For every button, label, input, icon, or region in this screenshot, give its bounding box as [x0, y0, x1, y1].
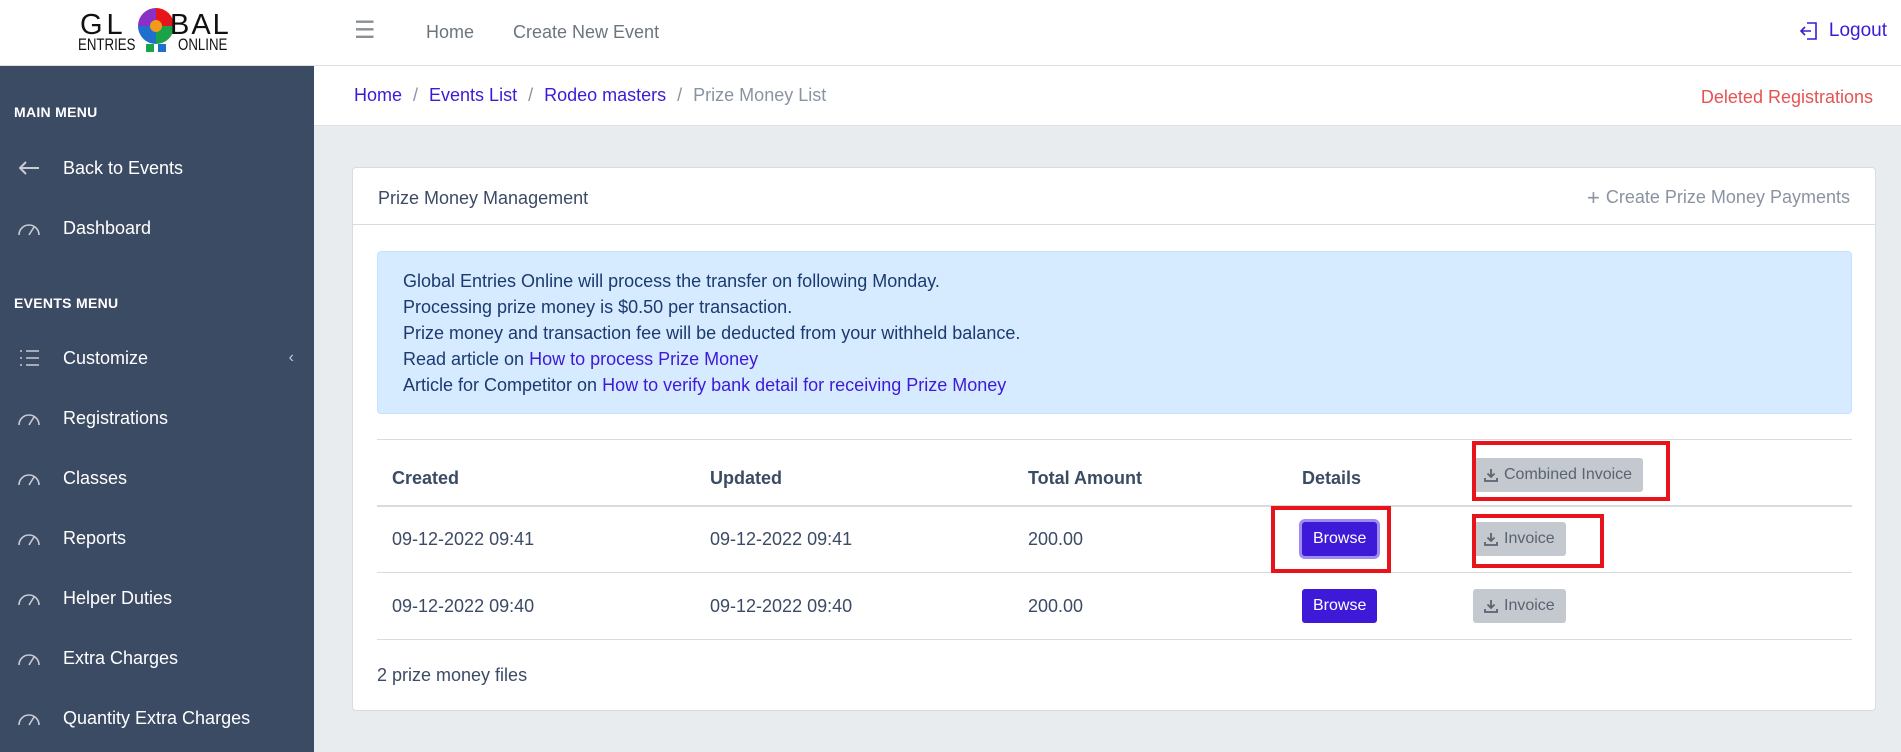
invoice-button[interactable]: Invoice	[1473, 589, 1566, 623]
updated-cell: 09-12-2022 09:41	[710, 528, 853, 549]
sidebar-item-label: Registrations	[63, 407, 169, 428]
alert-line: Prize money and transaction fee will be …	[403, 323, 1021, 343]
speedometer-icon	[16, 705, 42, 731]
alert-line: Article for Competitor on How to verify …	[403, 372, 1826, 398]
speedometer-icon	[16, 585, 42, 611]
sidebar-item-extra-charges[interactable]: Extra Charges	[0, 633, 314, 683]
column-header-created: Created	[392, 467, 460, 488]
speedometer-icon	[16, 215, 42, 241]
logo-subtext-left: ENTRIES	[78, 35, 136, 54]
total-amount-cell: 200.00	[1028, 528, 1084, 549]
download-icon	[1484, 600, 1498, 613]
hamburger-menu-icon[interactable]: ☰	[354, 19, 376, 43]
highlight-box-invoice	[1472, 514, 1604, 568]
sidebar-item-label: Quantity Extra Charges	[63, 707, 251, 728]
sidebar-item-label: Customize	[63, 347, 149, 368]
highlight-box-browse	[1271, 506, 1391, 573]
prize-money-card: Prize Money Management + Create Prize Mo…	[352, 167, 1876, 711]
alert-text: Read article on	[403, 349, 530, 369]
create-link-label: Create Prize Money Payments	[1605, 187, 1850, 207]
sidebar-item-dashboard[interactable]: Dashboard	[0, 203, 314, 253]
updated-cell: 09-12-2022 09:40	[710, 595, 853, 616]
sidebar-item-helper-duties[interactable]: Helper Duties	[0, 573, 314, 623]
global-entries-online-logo[interactable]: GL BAL ENTRIES ONLINE	[78, 3, 229, 61]
sidebar-item-reports[interactable]: Reports	[0, 513, 314, 563]
speedometer-icon	[16, 525, 42, 551]
highlight-box-combined-invoice	[1472, 441, 1670, 501]
info-alert: Global Entries Online will process the t…	[377, 251, 1852, 414]
sidebar-item-label: Classes	[63, 467, 128, 488]
card-title: Prize Money Management	[378, 188, 589, 208]
column-header-updated: Updated	[710, 467, 782, 488]
events-menu-heading: EVENTS MENU	[14, 295, 119, 311]
deleted-registrations-link[interactable]: Deleted Registrations	[1701, 87, 1873, 108]
breadcrumb: Home / Events List / Rodeo masters / Pri…	[354, 85, 826, 106]
sidebar-item-label: Helper Duties	[63, 587, 173, 608]
logout-icon	[1799, 22, 1817, 40]
invoice-label: Invoice	[1504, 597, 1555, 614]
breadcrumb-separator: /	[677, 85, 683, 105]
breadcrumb-separator: /	[413, 85, 419, 105]
logout-button[interactable]: Logout	[1799, 20, 1887, 42]
alert-line: Global Entries Online will process the t…	[403, 271, 940, 291]
sidebar-item-registrations[interactable]: Registrations	[0, 393, 314, 443]
nav-create-new-event[interactable]: Create New Event	[513, 22, 659, 43]
breadcrumb-event[interactable]: Rodeo masters	[544, 85, 666, 106]
sidebar-item-quantity-extra-charges[interactable]: Quantity Extra Charges	[0, 693, 314, 743]
sidebar-item-label: Reports	[63, 527, 127, 548]
breadcrumb-home[interactable]: Home	[354, 85, 402, 106]
breadcrumb-bar: Home / Events List / Rodeo masters / Pri…	[314, 66, 1901, 126]
create-prize-money-payments-link[interactable]: + Create Prize Money Payments	[1587, 184, 1850, 210]
browse-button[interactable]: Browse	[1302, 589, 1378, 623]
chevron-left-icon: ‹	[288, 349, 294, 366]
created-cell: 09-12-2022 09:40	[392, 595, 535, 616]
sidebar-item-label: Back to Events	[63, 157, 184, 178]
table-row: 09-12-2022 09:40 09-12-2022 09:40 200.00…	[377, 573, 1852, 640]
top-header: GL BAL ENTRIES ONLINE ☰ Home Create New …	[0, 0, 1901, 66]
column-header-details: Details	[1302, 467, 1362, 488]
logout-label: Logout	[1828, 20, 1887, 41]
main-menu-heading: MAIN MENU	[14, 104, 98, 120]
sidebar-item-back-to-events[interactable]: Back to Events	[0, 143, 314, 193]
alert-text: Article for Competitor on	[403, 375, 603, 395]
nav-home[interactable]: Home	[426, 22, 474, 43]
breadcrumb-separator: /	[528, 85, 534, 105]
invoice-cell: Invoice	[1458, 573, 1852, 640]
breadcrumb-events-list[interactable]: Events List	[429, 85, 517, 106]
list-icon	[16, 345, 42, 371]
created-cell: 09-12-2022 09:41	[392, 528, 535, 549]
alert-line: Read article on How to process Prize Mon…	[403, 346, 1826, 372]
how-to-process-prize-money-link[interactable]: How to process Prize Money	[529, 349, 758, 369]
speedometer-icon	[16, 465, 42, 491]
arrow-left-icon	[16, 155, 42, 181]
sidebar: MAIN MENU Back to Events Dashboard EVENT…	[0, 66, 314, 752]
card-header: Prize Money Management + Create Prize Mo…	[353, 168, 1875, 225]
sidebar-item-classes[interactable]: Classes	[0, 453, 314, 503]
sidebar-item-customize[interactable]: Customize ‹	[0, 333, 314, 383]
speedometer-icon	[16, 645, 42, 671]
breadcrumb-current: Prize Money List	[693, 85, 827, 105]
table-row: 09-12-2022 09:41 09-12-2022 09:41 200.00…	[377, 506, 1852, 573]
details-cell: Browse	[1287, 573, 1458, 640]
total-amount-cell: 200.00	[1028, 595, 1084, 616]
sidebar-item-label: Extra Charges	[63, 647, 179, 668]
sidebar-item-label: Dashboard	[63, 217, 152, 238]
logo-subtext-right: ONLINE	[178, 35, 228, 54]
prize-money-file-count: 2 prize money files	[377, 665, 528, 685]
alert-line: Processing prize money is $0.50 per tran…	[403, 297, 793, 317]
plus-icon: +	[1587, 184, 1600, 210]
column-header-total-amount: Total Amount	[1028, 467, 1142, 488]
verify-bank-detail-link[interactable]: How to verify bank detail for receiving …	[602, 375, 1006, 395]
speedometer-icon	[16, 405, 42, 431]
